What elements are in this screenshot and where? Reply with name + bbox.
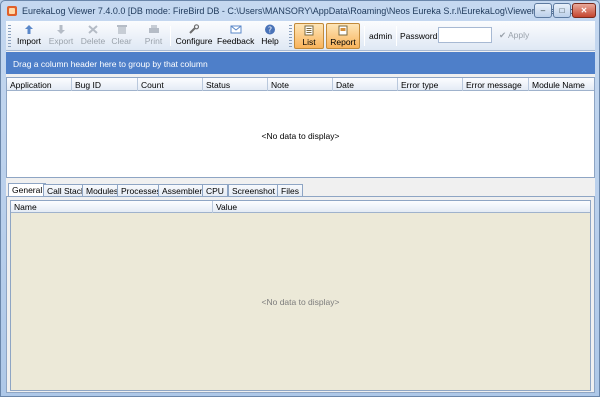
apply-button[interactable]: ✔ Apply <box>499 30 529 41</box>
title-bar[interactable]: EurekaLog Viewer 7.4.0.0 [DB mode: FireB… <box>1 1 599 21</box>
column-header-name[interactable]: Name <box>14 202 37 212</box>
apply-icon: ✔ <box>499 30 509 40</box>
column-divider[interactable] <box>462 78 463 91</box>
window-title: EurekaLog Viewer 7.4.0.0 [DB mode: FireB… <box>22 6 583 16</box>
apply-label: Apply <box>508 30 530 40</box>
details-tab-strip: General Call Stack Modules Processes Ass… <box>6 183 595 197</box>
password-label: Password <box>400 31 438 41</box>
list-icon <box>304 25 314 36</box>
toolbar-grip[interactable] <box>8 25 11 47</box>
column-header-module-name[interactable]: Module Name <box>532 80 585 90</box>
column-header-bug-id[interactable]: Bug ID <box>75 80 101 90</box>
report-icon <box>338 25 348 36</box>
delete-icon <box>88 25 98 34</box>
delete-label: Delete <box>80 36 106 46</box>
column-divider[interactable] <box>528 78 529 91</box>
column-divider[interactable] <box>202 78 203 91</box>
tab-general[interactable]: General <box>8 183 47 197</box>
help-button[interactable]: ? Help <box>259 23 281 49</box>
toolbar: Import Export Delete Clear Print Configu… <box>6 21 595 51</box>
help-icon: ? <box>265 24 275 35</box>
feedback-button[interactable]: Feedback <box>217 23 254 49</box>
minimize-button[interactable]: – <box>534 3 552 18</box>
column-divider[interactable] <box>332 78 333 91</box>
grid-header: Application Bug ID Count Status Note Dat… <box>7 78 594 91</box>
help-label: Help <box>261 36 279 46</box>
export-icon <box>57 25 65 34</box>
svg-text:?: ? <box>268 26 272 35</box>
clear-button[interactable]: Clear <box>109 23 134 49</box>
grid-empty-message: <No data to display> <box>261 131 340 141</box>
export-button[interactable]: Export <box>46 23 76 49</box>
import-button[interactable]: Import <box>14 23 44 49</box>
import-label: Import <box>16 36 42 46</box>
print-label: Print <box>144 36 163 46</box>
details-empty-message: <No data to display> <box>261 297 340 307</box>
column-divider[interactable] <box>212 201 213 213</box>
maximize-button[interactable]: □ <box>553 3 571 18</box>
client-area: Import Export Delete Clear Print Configu… <box>6 21 595 393</box>
details-panel: Name Value <No data to display> <box>6 196 595 393</box>
configure-button[interactable]: Configure <box>174 23 214 49</box>
delete-button[interactable]: Delete <box>79 23 107 49</box>
column-header-value[interactable]: Value <box>216 202 237 212</box>
toolbar-separator <box>364 26 365 46</box>
details-grid-header: Name Value <box>11 201 590 213</box>
envelope-icon <box>230 25 241 34</box>
details-grid[interactable]: Name Value <No data to display> <box>10 200 591 391</box>
printer-icon <box>148 25 159 33</box>
eurekalog-app-icon <box>7 6 17 16</box>
column-header-count[interactable]: Count <box>141 80 164 90</box>
column-header-error-type[interactable]: Error type <box>401 80 438 90</box>
list-label: List <box>302 37 316 47</box>
app-window: EurekaLog Viewer 7.4.0.0 [DB mode: FireB… <box>0 0 600 397</box>
group-by-panel[interactable]: Drag a column header here to group by th… <box>6 52 595 74</box>
column-header-application[interactable]: Application <box>10 80 52 90</box>
column-divider[interactable] <box>137 78 138 91</box>
column-divider[interactable] <box>267 78 268 91</box>
list-view-button[interactable]: List <box>294 23 324 49</box>
column-divider[interactable] <box>71 78 72 91</box>
print-button[interactable]: Print <box>141 23 166 49</box>
import-icon <box>25 25 33 34</box>
column-header-status[interactable]: Status <box>206 80 230 90</box>
column-divider[interactable] <box>397 78 398 91</box>
report-view-button[interactable]: Report <box>326 23 360 49</box>
toolbar-grip[interactable] <box>289 25 292 47</box>
configure-label: Configure <box>175 36 213 46</box>
password-field[interactable] <box>438 27 492 43</box>
current-user: admin <box>369 31 393 41</box>
feedback-label: Feedback <box>217 36 255 46</box>
toolbar-separator <box>396 26 397 46</box>
wrench-icon <box>189 24 200 34</box>
export-label: Export <box>48 36 74 46</box>
reports-grid[interactable]: Application Bug ID Count Status Note Dat… <box>6 77 595 178</box>
column-header-date[interactable]: Date <box>336 80 354 90</box>
toolbar-separator <box>170 26 171 46</box>
clear-label: Clear <box>111 36 132 46</box>
column-header-note[interactable]: Note <box>271 80 289 90</box>
report-label: Report <box>330 37 356 47</box>
close-button[interactable]: ✕ <box>572 3 596 18</box>
clear-icon <box>116 25 127 34</box>
group-by-hint: Drag a column header here to group by th… <box>13 59 208 69</box>
column-header-error-message[interactable]: Error message <box>466 80 522 90</box>
